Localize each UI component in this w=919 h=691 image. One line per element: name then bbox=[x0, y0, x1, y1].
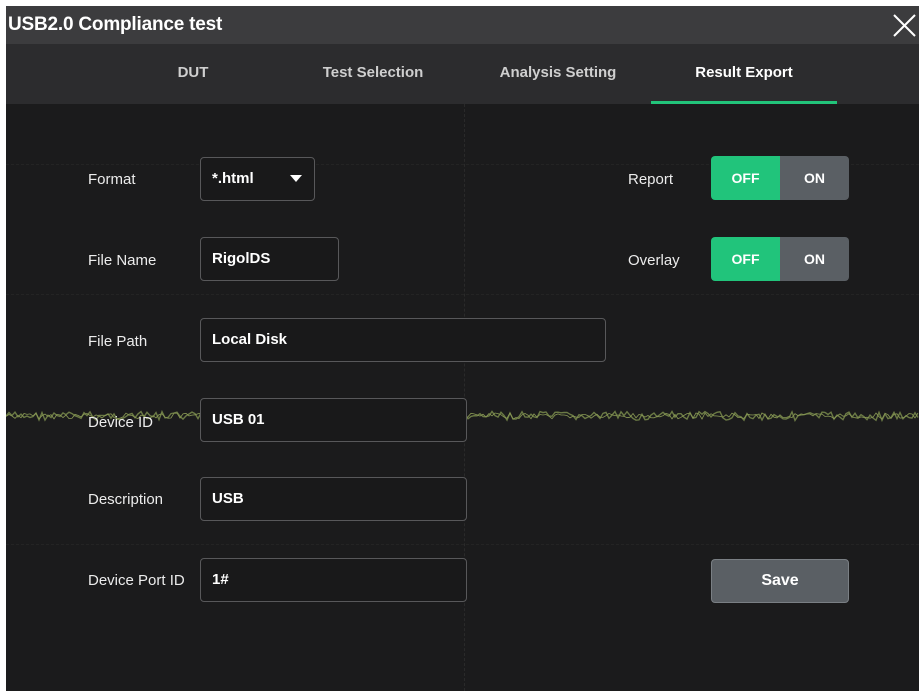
tab-label: Analysis Setting bbox=[499, 64, 617, 81]
report-toggle[interactable]: OFF ON bbox=[711, 156, 849, 200]
tab-result-export[interactable]: Result Export bbox=[651, 44, 837, 104]
result-export-panel: Format *.html File Name RigolDS File Pat… bbox=[6, 104, 919, 691]
title-bar: USB2.0 Compliance test bbox=[6, 6, 919, 44]
tab-label: Result Export bbox=[695, 64, 793, 81]
format-value: *.html bbox=[212, 170, 254, 187]
device-id-value: USB 01 bbox=[212, 411, 265, 428]
save-button[interactable]: Save bbox=[711, 559, 849, 603]
window-title: USB2.0 Compliance test bbox=[8, 14, 223, 35]
file-path-value: Local Disk bbox=[212, 331, 288, 348]
device-port-id-value: 1# bbox=[212, 571, 229, 588]
close-icon bbox=[893, 14, 916, 37]
tab-analysis-setting[interactable]: Analysis Setting bbox=[463, 44, 653, 104]
report-label: Report bbox=[628, 171, 674, 188]
overlay-label: Overlay bbox=[628, 252, 680, 269]
report-off-option[interactable]: OFF bbox=[711, 156, 780, 200]
overlay-off-option[interactable]: OFF bbox=[711, 237, 780, 281]
chevron-down-icon bbox=[290, 175, 302, 182]
device-id-input[interactable]: USB 01 bbox=[200, 398, 467, 442]
overlay-toggle[interactable]: OFF ON bbox=[711, 237, 849, 281]
format-dropdown[interactable]: *.html bbox=[200, 157, 315, 201]
device-id-label: Device ID bbox=[88, 414, 154, 431]
format-label: Format bbox=[88, 171, 136, 188]
tab-dut[interactable]: DUT bbox=[98, 44, 288, 104]
file-path-input[interactable]: Local Disk bbox=[200, 318, 606, 362]
tab-test-selection[interactable]: Test Selection bbox=[278, 44, 468, 104]
tab-bar: DUT Test Selection Analysis Setting Resu… bbox=[6, 44, 919, 104]
overlay-on-option[interactable]: ON bbox=[780, 237, 849, 281]
tab-label: Test Selection bbox=[322, 64, 424, 81]
grid-line bbox=[6, 294, 919, 295]
device-port-id-label: Device Port ID bbox=[88, 572, 185, 589]
tab-label: DUT bbox=[177, 64, 209, 81]
file-name-label: File Name bbox=[88, 252, 157, 269]
description-input[interactable]: USB bbox=[200, 477, 467, 521]
description-value: USB bbox=[212, 490, 244, 507]
file-name-input[interactable]: RigolDS bbox=[200, 237, 339, 281]
file-name-value: RigolDS bbox=[212, 250, 271, 267]
report-on-option[interactable]: ON bbox=[780, 156, 849, 200]
compliance-test-window: USB2.0 Compliance test DUT Test Selectio… bbox=[6, 6, 919, 691]
close-button[interactable] bbox=[889, 10, 919, 40]
file-path-label: File Path bbox=[88, 333, 148, 350]
grid-line bbox=[6, 544, 919, 545]
description-label: Description bbox=[88, 491, 164, 508]
device-port-id-input[interactable]: 1# bbox=[200, 558, 467, 602]
